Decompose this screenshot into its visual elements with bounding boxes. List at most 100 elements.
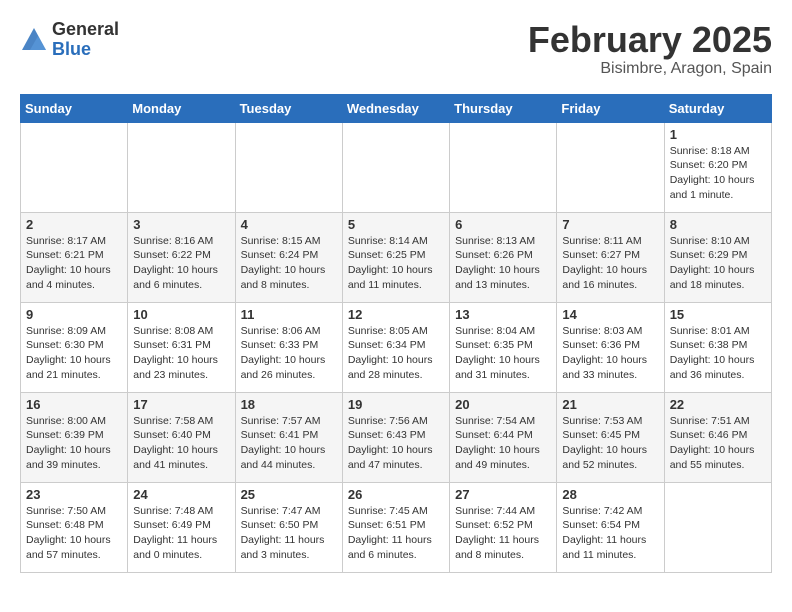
calendar-cell: 1 Sunrise: 8:18 AM Sunset: 6:20 PM Daylig… <box>664 122 771 212</box>
week-row-3: 9 Sunrise: 8:09 AM Sunset: 6:30 PM Daylig… <box>21 302 772 392</box>
day-info: Sunrise: 7:56 AM Sunset: 6:43 PM Dayligh… <box>348 414 444 473</box>
weekday-header-row: SundayMondayTuesdayWednesdayThursdayFrid… <box>21 94 772 122</box>
logo-general-text: General <box>52 20 119 40</box>
calendar-cell <box>128 122 235 212</box>
day-info: Sunrise: 8:16 AM Sunset: 6:22 PM Dayligh… <box>133 234 229 293</box>
weekday-header-friday: Friday <box>557 94 664 122</box>
day-number: 18 <box>241 397 337 412</box>
day-info: Sunrise: 8:10 AM Sunset: 6:29 PM Dayligh… <box>670 234 766 293</box>
day-info: Sunrise: 8:15 AM Sunset: 6:24 PM Dayligh… <box>241 234 337 293</box>
calendar-cell <box>21 122 128 212</box>
calendar-cell <box>235 122 342 212</box>
calendar-cell: 21Sunrise: 7:53 AM Sunset: 6:45 PM Dayli… <box>557 392 664 482</box>
day-number: 2 <box>26 217 122 232</box>
calendar-cell: 17 Sunrise: 7:58 AM Sunset: 6:40 PM Dayli… <box>128 392 235 482</box>
calendar-cell: 9 Sunrise: 8:09 AM Sunset: 6:30 PM Daylig… <box>21 302 128 392</box>
day-number: 26 <box>348 487 444 502</box>
calendar-cell: 3Sunrise: 8:16 AM Sunset: 6:22 PM Daylig… <box>128 212 235 302</box>
day-number: 19 <box>348 397 444 412</box>
day-info: Sunrise: 8:04 AM Sunset: 6:35 PM Dayligh… <box>455 324 551 383</box>
day-number: 11 <box>241 307 337 322</box>
day-info: Sunrise: 7:44 AM Sunset: 6:52 PM Dayligh… <box>455 504 551 563</box>
day-number: 6 <box>455 217 551 232</box>
weekday-header-saturday: Saturday <box>664 94 771 122</box>
day-number: 25 <box>241 487 337 502</box>
day-info: Sunrise: 7:42 AM Sunset: 6:54 PM Dayligh… <box>562 504 658 563</box>
calendar-cell: 18 Sunrise: 7:57 AM Sunset: 6:41 PM Dayli… <box>235 392 342 482</box>
day-number: 17 <box>133 397 229 412</box>
calendar-title: February 2025 <box>528 20 772 60</box>
day-info: Sunrise: 7:57 AM Sunset: 6:41 PM Dayligh… <box>241 414 337 473</box>
calendar-cell: 8 Sunrise: 8:10 AM Sunset: 6:29 PM Daylig… <box>664 212 771 302</box>
calendar-cell: 19 Sunrise: 7:56 AM Sunset: 6:43 PM Dayli… <box>342 392 449 482</box>
day-info: Sunrise: 7:58 AM Sunset: 6:40 PM Dayligh… <box>133 414 229 473</box>
day-number: 20 <box>455 397 551 412</box>
calendar-cell <box>557 122 664 212</box>
calendar-cell: 11 Sunrise: 8:06 AM Sunset: 6:33 PM Dayli… <box>235 302 342 392</box>
day-number: 4 <box>241 217 337 232</box>
day-info: Sunrise: 8:18 AM Sunset: 6:20 PM Dayligh… <box>670 144 766 203</box>
calendar-cell: 12 Sunrise: 8:05 AM Sunset: 6:34 PM Dayli… <box>342 302 449 392</box>
day-number: 12 <box>348 307 444 322</box>
calendar-cell <box>450 122 557 212</box>
day-number: 5 <box>348 217 444 232</box>
weekday-header-tuesday: Tuesday <box>235 94 342 122</box>
calendar-cell: 26 Sunrise: 7:45 AM Sunset: 6:51 PM Dayli… <box>342 482 449 572</box>
day-info: Sunrise: 8:01 AM Sunset: 6:38 PM Dayligh… <box>670 324 766 383</box>
day-number: 23 <box>26 487 122 502</box>
day-info: Sunrise: 7:51 AM Sunset: 6:46 PM Dayligh… <box>670 414 766 473</box>
calendar-subtitle: Bisimbre, Aragon, Spain <box>528 60 772 78</box>
weekday-header-thursday: Thursday <box>450 94 557 122</box>
day-info: Sunrise: 7:45 AM Sunset: 6:51 PM Dayligh… <box>348 504 444 563</box>
calendar-cell <box>664 482 771 572</box>
week-row-2: 2 Sunrise: 8:17 AM Sunset: 6:21 PM Daylig… <box>21 212 772 302</box>
calendar-cell: 23 Sunrise: 7:50 AM Sunset: 6:48 PM Dayli… <box>21 482 128 572</box>
week-row-1: 1 Sunrise: 8:18 AM Sunset: 6:20 PM Daylig… <box>21 122 772 212</box>
calendar-table: SundayMondayTuesdayWednesdayThursdayFrid… <box>20 94 772 573</box>
day-info: Sunrise: 8:14 AM Sunset: 6:25 PM Dayligh… <box>348 234 444 293</box>
day-info: Sunrise: 8:09 AM Sunset: 6:30 PM Dayligh… <box>26 324 122 383</box>
weekday-header-wednesday: Wednesday <box>342 94 449 122</box>
day-number: 22 <box>670 397 766 412</box>
weekday-header-monday: Monday <box>128 94 235 122</box>
calendar-cell: 13 Sunrise: 8:04 AM Sunset: 6:35 PM Dayli… <box>450 302 557 392</box>
logo: General Blue <box>20 20 119 60</box>
day-info: Sunrise: 7:50 AM Sunset: 6:48 PM Dayligh… <box>26 504 122 563</box>
day-number: 16 <box>26 397 122 412</box>
day-info: Sunrise: 8:05 AM Sunset: 6:34 PM Dayligh… <box>348 324 444 383</box>
logo-icon <box>20 26 48 54</box>
day-number: 13 <box>455 307 551 322</box>
calendar-cell: 4 Sunrise: 8:15 AM Sunset: 6:24 PM Daylig… <box>235 212 342 302</box>
calendar-cell: 2 Sunrise: 8:17 AM Sunset: 6:21 PM Daylig… <box>21 212 128 302</box>
day-number: 14 <box>562 307 658 322</box>
header: General Blue February 2025 Bisimbre, Ara… <box>20 20 772 78</box>
week-row-5: 23 Sunrise: 7:50 AM Sunset: 6:48 PM Dayli… <box>21 482 772 572</box>
logo-blue-text: Blue <box>52 40 119 60</box>
calendar-cell: 7 Sunrise: 8:11 AM Sunset: 6:27 PM Daylig… <box>557 212 664 302</box>
weekday-header-sunday: Sunday <box>21 94 128 122</box>
day-number: 15 <box>670 307 766 322</box>
calendar-cell: 22 Sunrise: 7:51 AM Sunset: 6:46 PM Dayli… <box>664 392 771 482</box>
day-info: Sunrise: 8:13 AM Sunset: 6:26 PM Dayligh… <box>455 234 551 293</box>
calendar-cell: 20Sunrise: 7:54 AM Sunset: 6:44 PM Dayli… <box>450 392 557 482</box>
day-info: Sunrise: 8:00 AM Sunset: 6:39 PM Dayligh… <box>26 414 122 473</box>
day-number: 21 <box>562 397 658 412</box>
day-info: Sunrise: 8:17 AM Sunset: 6:21 PM Dayligh… <box>26 234 122 293</box>
day-number: 1 <box>670 127 766 142</box>
day-number: 8 <box>670 217 766 232</box>
day-info: Sunrise: 8:08 AM Sunset: 6:31 PM Dayligh… <box>133 324 229 383</box>
day-info: Sunrise: 8:03 AM Sunset: 6:36 PM Dayligh… <box>562 324 658 383</box>
day-info: Sunrise: 8:11 AM Sunset: 6:27 PM Dayligh… <box>562 234 658 293</box>
day-number: 7 <box>562 217 658 232</box>
calendar-cell: 5 Sunrise: 8:14 AM Sunset: 6:25 PM Daylig… <box>342 212 449 302</box>
calendar-cell: 15 Sunrise: 8:01 AM Sunset: 6:38 PM Dayli… <box>664 302 771 392</box>
day-number: 28 <box>562 487 658 502</box>
calendar-cell: 28 Sunrise: 7:42 AM Sunset: 6:54 PM Dayli… <box>557 482 664 572</box>
day-number: 24 <box>133 487 229 502</box>
day-info: Sunrise: 8:06 AM Sunset: 6:33 PM Dayligh… <box>241 324 337 383</box>
title-area: February 2025 Bisimbre, Aragon, Spain <box>528 20 772 78</box>
day-number: 9 <box>26 307 122 322</box>
calendar-cell <box>342 122 449 212</box>
day-number: 10 <box>133 307 229 322</box>
calendar-cell: 10 Sunrise: 8:08 AM Sunset: 6:31 PM Dayli… <box>128 302 235 392</box>
